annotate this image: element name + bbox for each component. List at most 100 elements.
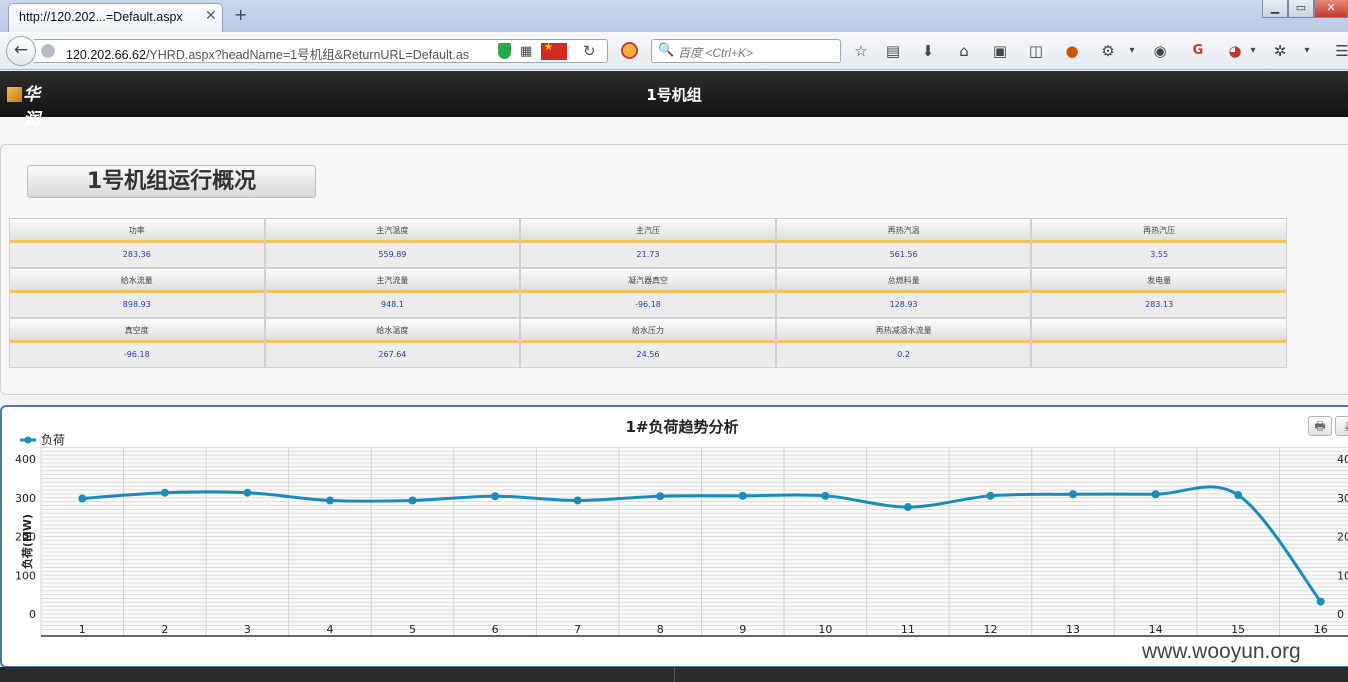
- browser-tab-bar: http://120.202...=Default.aspx ✕ + ▁ ▭ ✕: [0, 0, 1348, 32]
- new-tab-button[interactable]: +: [234, 5, 247, 24]
- overview-panel: 1号机组运行概况 功率 283.36 主汽温度 559.89 主汽压 21.73 再热汽温 5…: [0, 144, 1348, 395]
- search-box[interactable]: 🔍 百度 <Ctrl+K>: [651, 39, 841, 63]
- bookmark-star-icon[interactable]: ☆: [851, 41, 871, 61]
- reader-icon[interactable]: ▣: [990, 41, 1010, 61]
- back-button[interactable]: ←: [6, 36, 36, 66]
- window-close-button[interactable]: ✕: [1314, 0, 1348, 18]
- y-tick-label-right: 200: [1337, 531, 1348, 544]
- load-trend-chart: 0010010020020030030040040012345678910111…: [15, 433, 1348, 637]
- red-addon-icon[interactable]: ◕: [1225, 41, 1245, 61]
- download-icon[interactable]: ⬇: [918, 41, 938, 61]
- metric-label: 给水压力: [521, 319, 775, 343]
- data-point: [1151, 490, 1160, 499]
- metric-value: -96.18: [635, 300, 661, 309]
- metric-value: 267.64: [378, 350, 407, 359]
- metric-cell: 给水流量 898.93: [9, 268, 265, 318]
- x-tick-label: 11: [901, 623, 915, 636]
- y-tick-label-right: 100: [1337, 569, 1348, 582]
- sidebar-icon[interactable]: ◫: [1026, 41, 1046, 61]
- qr-code-icon[interactable]: ▦: [520, 44, 532, 59]
- reload-icon[interactable]: ↻: [583, 42, 596, 60]
- url-text[interactable]: 120.202.66.62/YHRD.aspx?headName=1号机组&Re…: [66, 44, 469, 63]
- adblock-icon[interactable]: [621, 42, 638, 59]
- bug-icon[interactable]: ✲: [1270, 41, 1290, 61]
- home-icon[interactable]: ⌂: [954, 41, 974, 61]
- metric-label: 真空度: [10, 319, 264, 343]
- y-axis-label: 负荷(MW): [20, 514, 34, 569]
- y-tick-label-right: 300: [1337, 492, 1348, 505]
- red-addon-dropdown-icon[interactable]: ▾: [1243, 41, 1263, 61]
- data-point: [1069, 490, 1078, 499]
- url-host: 120.202.66.62: [66, 48, 146, 62]
- metric-label: 再热减温水流量: [776, 319, 1031, 343]
- maximize-button[interactable]: ▭: [1288, 0, 1314, 18]
- addon-l-icon[interactable]: ●: [1062, 41, 1082, 61]
- globe-icon: [41, 44, 55, 58]
- x-tick-label: 1: [79, 623, 86, 636]
- y-tick-label: 300: [15, 492, 36, 505]
- globe-addon-icon[interactable]: ◉: [1150, 41, 1170, 61]
- x-tick-label: 15: [1231, 623, 1245, 636]
- minimize-button[interactable]: ▁: [1262, 0, 1288, 18]
- x-tick-label: 4: [326, 623, 333, 636]
- y-tick-label: 400: [15, 453, 36, 466]
- menu-icon[interactable]: ☰: [1332, 41, 1348, 61]
- metric-cell: [1031, 318, 1287, 368]
- metric-label: 再热汽温: [776, 219, 1031, 243]
- data-point: [325, 496, 334, 505]
- metrics-row: 给水流量 898.93 主汽流量 948.1 凝汽器真空 -96.18 总燃料量 128.93…: [9, 268, 1287, 318]
- gm-icon[interactable]: G: [1188, 41, 1208, 61]
- x-tick-label: 5: [409, 623, 416, 636]
- metric-cell: 再热汽压 3.55: [1031, 218, 1287, 268]
- metric-cell: 再热汽温 561.56: [775, 218, 1032, 268]
- metric-label: 给水流量: [10, 269, 264, 293]
- x-tick-label: 16: [1314, 623, 1328, 636]
- metric-value: 0.2: [897, 350, 910, 359]
- metrics-row: 功率 283.36 主汽温度 559.89 主汽压 21.73 再热汽温 561.56 再热汽压…: [9, 218, 1287, 268]
- search-icon: 🔍: [658, 43, 675, 58]
- y-tick-label: 0: [29, 608, 36, 621]
- metric-value: 24.56: [636, 350, 660, 359]
- browser-nav-bar: 120.202.66.62/YHRD.aspx?headName=1号机组&Re…: [0, 32, 1348, 70]
- gear-dropdown-icon[interactable]: ▾: [1122, 41, 1142, 61]
- x-tick-label: 13: [1066, 623, 1080, 636]
- metric-cell: 给水压力 24.56: [520, 318, 776, 368]
- metric-value: 3.55: [1150, 250, 1169, 259]
- bookmarks-list-icon[interactable]: ▤: [883, 41, 903, 61]
- metric-cell: 主汽温度 559.89: [264, 218, 521, 268]
- metric-label: 主汽流量: [265, 269, 520, 293]
- gear-icon[interactable]: ⚙: [1098, 41, 1118, 61]
- metric-cell: 凝汽器真空 -96.18: [520, 268, 776, 318]
- address-bar[interactable]: 120.202.66.62/YHRD.aspx?headName=1号机组&Re…: [34, 39, 608, 63]
- metric-cell: 主汽压 21.73: [520, 218, 776, 268]
- x-tick-label: 10: [818, 623, 832, 636]
- data-point: [160, 488, 169, 497]
- metric-label: 凝汽器真空: [521, 269, 775, 293]
- china-flag-icon: ★: [541, 42, 567, 60]
- data-point: [1316, 597, 1325, 606]
- data-point: [491, 492, 500, 501]
- metric-cell: 给水温度 267.64: [264, 318, 521, 368]
- x-tick-label: 3: [244, 623, 251, 636]
- metric-value: 898.93: [122, 300, 151, 309]
- metric-value: -96.18: [123, 350, 150, 359]
- metric-label: 主汽温度: [265, 219, 520, 243]
- plot-area: [41, 447, 1348, 636]
- metric-label: 再热汽压: [1032, 219, 1286, 243]
- y-tick-label: 100: [15, 569, 36, 582]
- search-input[interactable]: 百度 <Ctrl+K>: [678, 44, 753, 61]
- shield-icon[interactable]: [498, 43, 511, 59]
- print-icon[interactable]: 🖶: [1308, 416, 1332, 436]
- export-icon[interactable]: ⤓: [1335, 416, 1348, 436]
- metric-label: 给水温度: [265, 319, 520, 343]
- metric-value: 948.1: [380, 300, 404, 309]
- metric-label: 总燃料量: [776, 269, 1031, 293]
- overflow-dropdown-icon[interactable]: ▾: [1297, 41, 1317, 61]
- x-tick-label: 12: [983, 623, 997, 636]
- page-title: 1号机组: [646, 86, 702, 104]
- metric-label: 发电量: [1032, 269, 1286, 293]
- data-point: [903, 503, 912, 512]
- tab-close-icon[interactable]: ✕: [205, 8, 217, 24]
- browser-tab[interactable]: http://120.202...=Default.aspx ✕: [8, 3, 223, 32]
- data-point: [78, 494, 87, 503]
